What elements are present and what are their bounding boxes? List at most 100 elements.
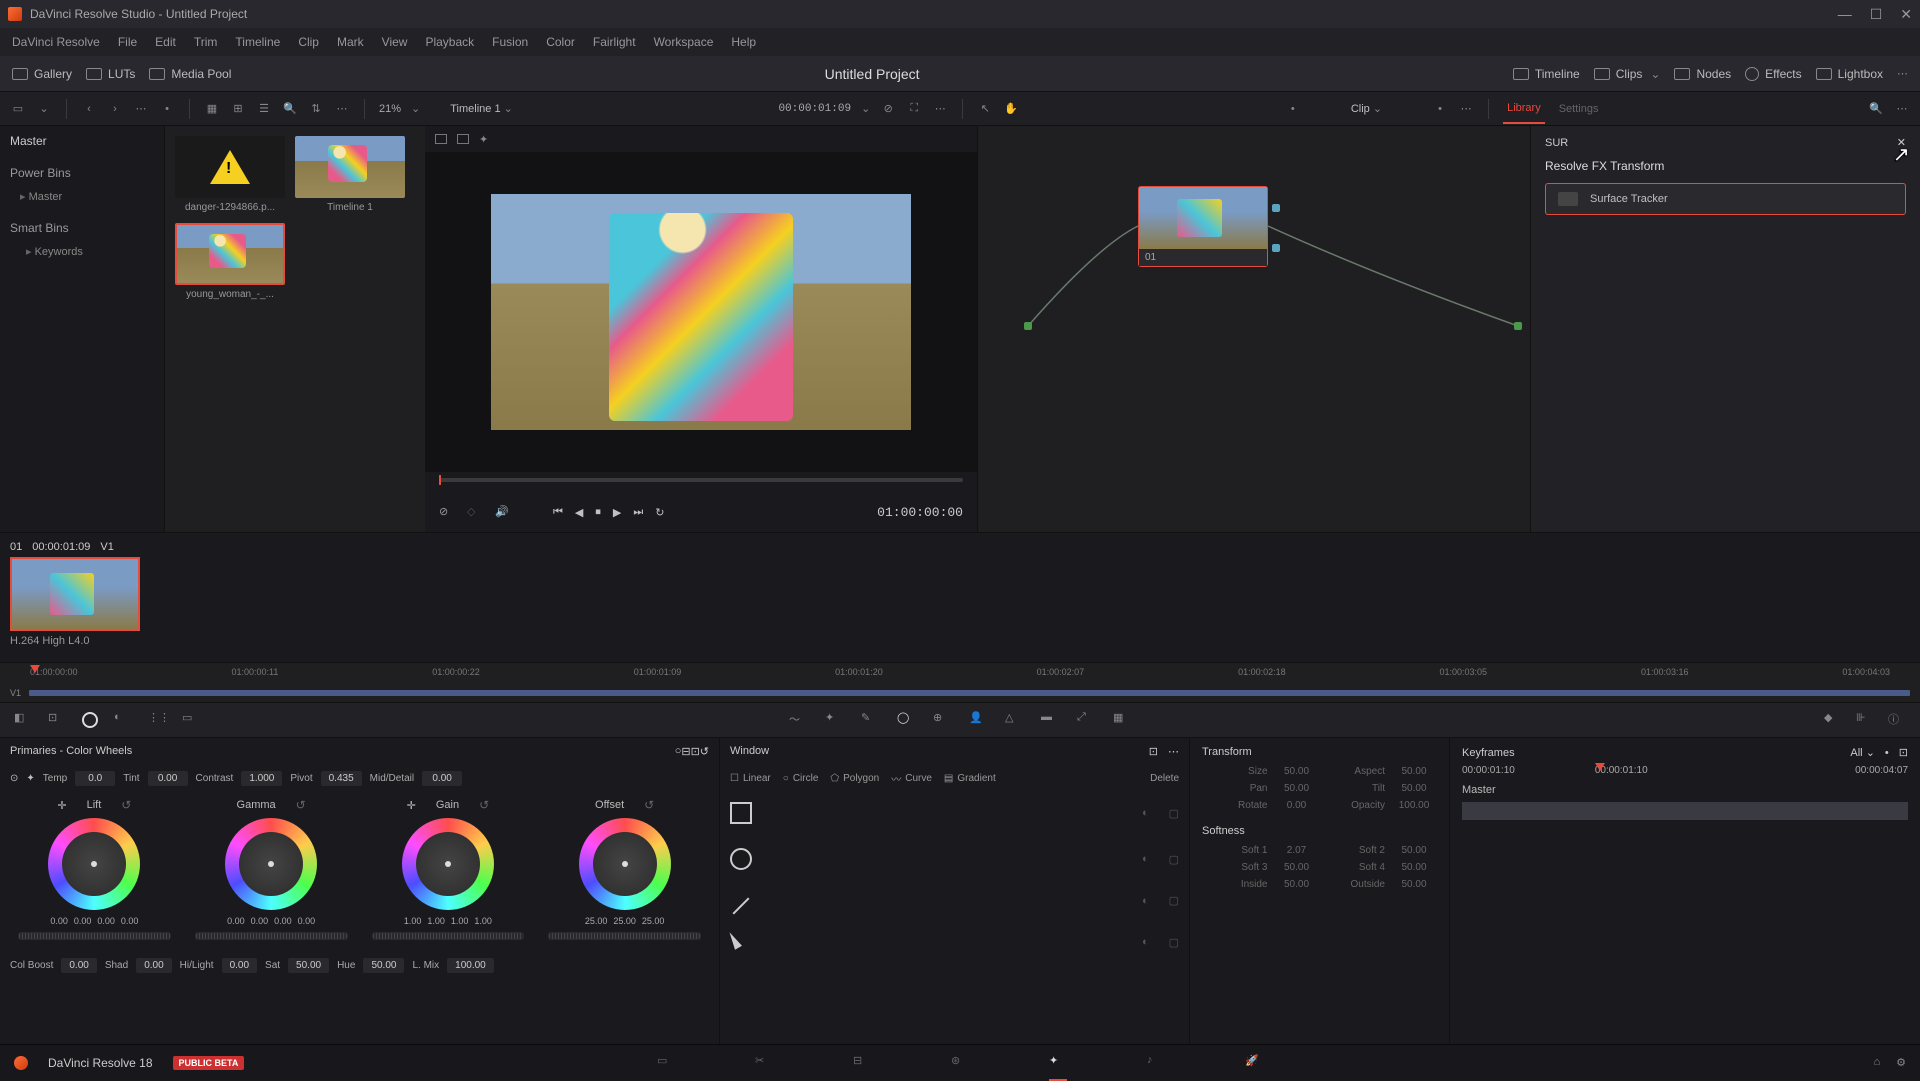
menu-workspace[interactable]: Workspace <box>654 35 714 49</box>
gain-master-slider[interactable] <box>372 932 525 940</box>
lift-master-slider[interactable] <box>18 932 171 940</box>
sort-icon[interactable]: ⇅ <box>308 101 324 117</box>
sat-value[interactable]: 50.00 <box>288 958 329 973</box>
deliver-page-icon[interactable]: 🚀 <box>1245 1054 1263 1072</box>
wheels-mode-icon[interactable]: ○ <box>675 745 682 757</box>
curve-tool[interactable]: 〰Curve <box>891 771 932 786</box>
clip-thumbnail[interactable] <box>10 557 140 631</box>
window-icon[interactable]: ◯ <box>897 711 915 729</box>
scopes-icon[interactable]: ⊪ <box>1856 711 1874 729</box>
clips-button[interactable]: Clips⌄ <box>1594 67 1661 81</box>
gamma-master-slider[interactable] <box>195 932 348 940</box>
close-button[interactable]: ✕ <box>1900 6 1912 23</box>
mute-icon[interactable]: 🔊 <box>495 505 509 519</box>
menu-color[interactable]: Color <box>546 35 575 49</box>
offset-wheel[interactable] <box>579 818 671 910</box>
more3-icon[interactable]: ⋯ <box>932 101 948 117</box>
magic-mask-icon[interactable]: 👤 <box>969 711 987 729</box>
gradient-tool[interactable]: ▤Gradient <box>944 773 996 784</box>
kf-track[interactable] <box>1462 802 1908 820</box>
tracker-icon[interactable]: ⊕ <box>933 711 951 729</box>
soft3-value[interactable]: 50.00 <box>1274 862 1320 873</box>
viewer-canvas[interactable] <box>425 152 977 472</box>
stop-button[interactable]: ⏹ <box>595 506 601 519</box>
soft1-value[interactable]: 2.07 <box>1274 845 1320 856</box>
key-icon[interactable]: ▬ <box>1041 711 1059 729</box>
linear-tool[interactable]: ☐Linear <box>730 773 771 784</box>
power-bins-header[interactable]: Power Bins <box>10 166 154 180</box>
search2-icon[interactable]: 🔍 <box>1868 101 1884 117</box>
power-bins-master[interactable]: Master <box>10 190 154 203</box>
more-icon[interactable]: ⋯ <box>133 101 149 117</box>
layout-icon[interactable]: ▭ <box>10 101 26 117</box>
shape-invert4-icon[interactable]: ◐ <box>1142 936 1149 948</box>
menu-help[interactable]: Help <box>731 35 756 49</box>
offset-master-slider[interactable] <box>548 932 701 940</box>
pan-value[interactable]: 50.00 <box>1274 783 1320 794</box>
loop-button[interactable]: ↻ <box>655 506 664 519</box>
bypass-color-icon[interactable]: ⊘ <box>439 505 453 519</box>
opacity-value[interactable]: 100.00 <box>1391 800 1437 811</box>
gamma-wheel[interactable] <box>225 818 317 910</box>
gain-picker-icon[interactable]: ✛ <box>407 799 416 812</box>
qualifier-icon[interactable]: ✎ <box>861 711 879 729</box>
dot-icon[interactable]: • <box>159 101 175 117</box>
clear-search-icon[interactable]: ✕ <box>1897 136 1906 149</box>
magic-icon[interactable]: ✦ <box>479 133 488 146</box>
color-match-icon[interactable]: ⊡ <box>48 711 66 729</box>
hilight-value[interactable]: 0.00 <box>222 958 257 973</box>
corrector-node-01[interactable]: 01 <box>1138 186 1268 267</box>
lift-picker-icon[interactable]: ✛ <box>57 799 66 812</box>
surface-tracker-item[interactable]: Surface Tracker <box>1545 183 1906 215</box>
bars-mode-icon[interactable]: ⊟ <box>681 745 690 758</box>
menu-file[interactable]: File <box>118 35 137 49</box>
thumb-view-icon[interactable]: ▦ <box>204 101 220 117</box>
soft2-value[interactable]: 50.00 <box>1391 845 1437 856</box>
gallery-button[interactable]: Gallery <box>12 67 72 81</box>
color-wheels-icon[interactable] <box>82 712 98 728</box>
gain-wheel[interactable] <box>402 818 494 910</box>
menu-trim[interactable]: Trim <box>194 35 218 49</box>
thumb-timeline[interactable]: Timeline 1 <box>295 136 405 213</box>
more4-icon[interactable]: ⋯ <box>1458 101 1474 117</box>
mediapool-button[interactable]: Media Pool <box>149 67 231 81</box>
fairlight-page-icon[interactable]: ♪ <box>1147 1054 1165 1072</box>
shape-invert3-icon[interactable]: ◐ <box>1142 895 1149 907</box>
delete-window-button[interactable]: Delete <box>1150 773 1179 784</box>
lift-reset-icon[interactable]: ↺ <box>121 798 131 812</box>
lift-wheel[interactable] <box>48 818 140 910</box>
more2-icon[interactable]: ⋯ <box>334 101 350 117</box>
viewer-timecode[interactable]: 01:00:00:00 <box>877 505 963 520</box>
prev-frame-button[interactable]: ◀ <box>575 506 583 519</box>
play-button[interactable]: ▶ <box>613 506 621 519</box>
timeline-name[interactable]: Timeline 1 ⌄ <box>450 102 513 115</box>
shape-mask-icon[interactable]: ▢ <box>1169 807 1179 820</box>
temp-value[interactable]: 0.0 <box>75 771 115 786</box>
gain-reset-icon[interactable]: ↺ <box>479 798 489 812</box>
rgb-mixer-icon[interactable]: ⋮⋮ <box>148 711 166 729</box>
info-icon[interactable]: ⓘ <box>1888 711 1906 729</box>
chevron-down-icon[interactable]: ⌄ <box>36 101 52 117</box>
pen-shape-button[interactable] <box>730 931 752 953</box>
lightbox-button[interactable]: Lightbox <box>1816 67 1883 81</box>
node-input-dot[interactable] <box>1024 322 1032 330</box>
subtool-timecode[interactable]: 00:00:01:09 <box>778 103 851 115</box>
keyframe-mode-icon[interactable]: ◆ <box>1824 711 1842 729</box>
options-icon[interactable]: ⋯ <box>1897 67 1908 80</box>
fusion-page-icon[interactable]: ⊛ <box>951 1054 969 1072</box>
project-settings-icon[interactable]: ⚙ <box>1896 1056 1906 1069</box>
lmix-value[interactable]: 100.00 <box>447 958 494 973</box>
tilt-value[interactable]: 50.00 <box>1391 783 1437 794</box>
shape-invert-icon[interactable]: ◐ <box>1142 807 1149 819</box>
kf-master-label[interactable]: Master <box>1462 784 1908 796</box>
home-icon[interactable]: ⌂ <box>1873 1056 1880 1069</box>
shape-mask4-icon[interactable]: ▢ <box>1169 936 1179 949</box>
tint-value[interactable]: 0.00 <box>148 771 188 786</box>
menu-fairlight[interactable]: Fairlight <box>593 35 636 49</box>
warper-icon[interactable]: ✦ <box>825 711 843 729</box>
clip-dropdown[interactable]: Clip ⌄ <box>1351 102 1382 115</box>
polygon-tool[interactable]: ⬠Polygon <box>830 773 879 784</box>
offset-reset-icon[interactable]: ↺ <box>644 798 654 812</box>
timeline-ruler[interactable]: 01:00:00:00 01:00:00:11 01:00:00:22 01:0… <box>0 662 1920 702</box>
awb-icon[interactable]: ✦ <box>26 773 34 784</box>
